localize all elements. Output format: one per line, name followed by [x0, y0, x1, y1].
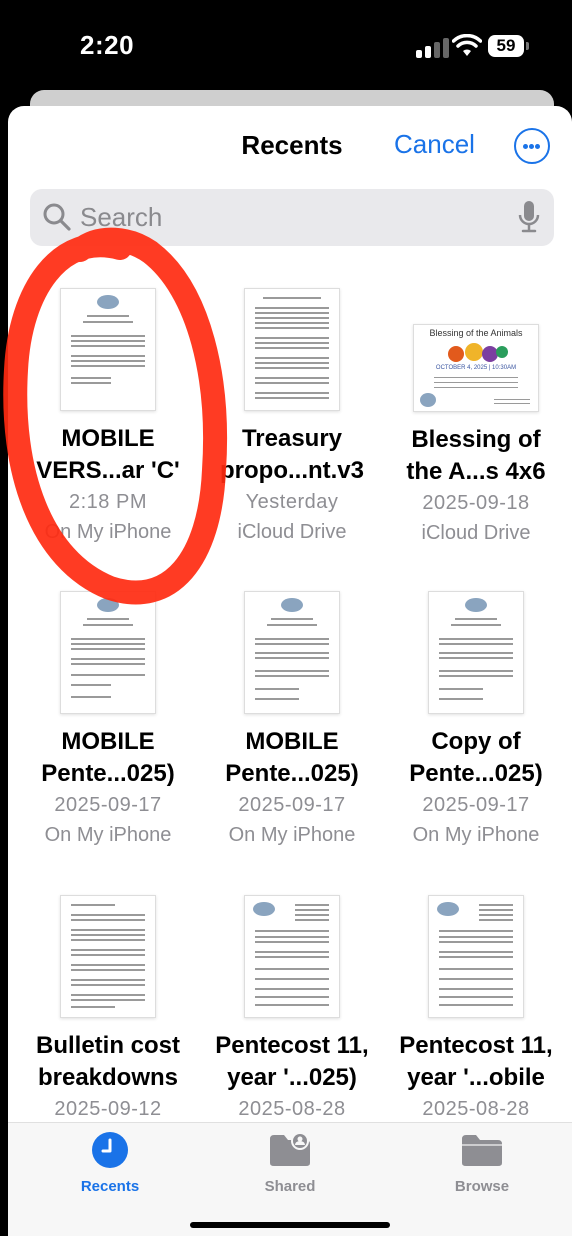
- file-item[interactable]: MOBILE Pente...025) 2025-09-17 On My iPho…: [16, 591, 200, 847]
- document-thumbnail: [60, 895, 156, 1018]
- flyer-title: Blessing of the Animals: [429, 328, 523, 338]
- file-item[interactable]: Copy of Pente...025) 2025-09-17 On My iPh…: [384, 591, 568, 847]
- folder-icon: [462, 1135, 502, 1166]
- document-thumbnail: [244, 591, 340, 714]
- document-thumbnail: [428, 895, 524, 1018]
- file-item[interactable]: Pentecost 11, year '...obile 2025-08-28: [384, 895, 568, 1121]
- file-date: 2025-09-17: [238, 794, 346, 816]
- file-name: Bulletin cost breakdowns: [35, 1032, 180, 1091]
- file-item[interactable]: MOBILE VERS...ar 'C' 2:18 PM On My iPhone: [16, 288, 200, 544]
- file-location: iCloud Drive: [237, 521, 347, 543]
- file-location: On My iPhone: [412, 824, 540, 846]
- tab-label: Browse: [454, 1178, 510, 1195]
- file-name: Treasury propo...nt.v3: [220, 425, 364, 484]
- file-name: Pentecost 11, year '...025): [215, 1032, 369, 1091]
- file-location: iCloud Drive: [421, 522, 531, 544]
- file-name: MOBILE Pente...025): [41, 728, 175, 787]
- home-indicator[interactable]: [190, 1222, 390, 1228]
- file-date: 2025-08-28: [422, 1098, 530, 1120]
- file-date: 2025-09-12: [54, 1098, 162, 1120]
- tab-browse[interactable]: Browse: [422, 1131, 542, 1195]
- tab-label: Recents: [80, 1178, 140, 1195]
- file-date: Yesterday: [245, 491, 339, 513]
- file-item[interactable]: Bulletin cost breakdowns 2025-09-12: [16, 895, 200, 1121]
- tab-bar: Recents Shared Browse: [8, 1122, 572, 1236]
- clock-icon: [92, 1132, 128, 1168]
- file-name: MOBILE VERS...ar 'C': [36, 425, 180, 484]
- file-date: 2:18 PM: [69, 491, 147, 513]
- document-thumbnail: [428, 591, 524, 714]
- shared-folder-icon: [270, 1132, 310, 1166]
- file-date: 2025-09-17: [54, 794, 162, 816]
- file-item[interactable]: MOBILE Pente...025) 2025-09-17 On My iPho…: [200, 591, 384, 847]
- file-date: 2025-09-18: [422, 492, 530, 514]
- recent-files-grid: MOBILE VERS...ar 'C' 2:18 PM On My iPhone…: [0, 0, 572, 1236]
- tab-recents[interactable]: Recents: [50, 1131, 170, 1195]
- document-thumbnail: [60, 288, 156, 411]
- file-item[interactable]: Treasury propo...nt.v3 Yesterday iCloud D…: [200, 288, 384, 544]
- tab-shared[interactable]: Shared: [230, 1131, 350, 1195]
- document-thumbnail: [244, 288, 340, 411]
- file-location: On My iPhone: [44, 521, 172, 543]
- file-name: Pentecost 11, year '...obile: [399, 1032, 553, 1091]
- document-thumbnail: [60, 591, 156, 714]
- animals-illustration: [448, 343, 508, 362]
- file-name: Blessing of the A...s 4x6: [406, 426, 546, 485]
- file-name: MOBILE Pente...025): [225, 728, 359, 787]
- file-date: 2025-08-28: [238, 1098, 346, 1120]
- file-item[interactable]: Blessing of the Animals OCTOBER 4, 2025 …: [384, 288, 568, 545]
- file-item[interactable]: Pentecost 11, year '...025) 2025-08-28: [200, 895, 384, 1121]
- flyer-thumbnail: Blessing of the Animals OCTOBER 4, 2025 …: [413, 324, 539, 412]
- file-location: On My iPhone: [228, 824, 356, 846]
- file-location: On My iPhone: [44, 824, 172, 846]
- document-thumbnail: [244, 895, 340, 1018]
- file-name: Copy of Pente...025): [409, 728, 543, 787]
- file-date: 2025-09-17: [422, 794, 530, 816]
- tab-label: Shared: [264, 1178, 316, 1195]
- flyer-date: OCTOBER 4, 2025 | 10:30AM: [435, 365, 517, 371]
